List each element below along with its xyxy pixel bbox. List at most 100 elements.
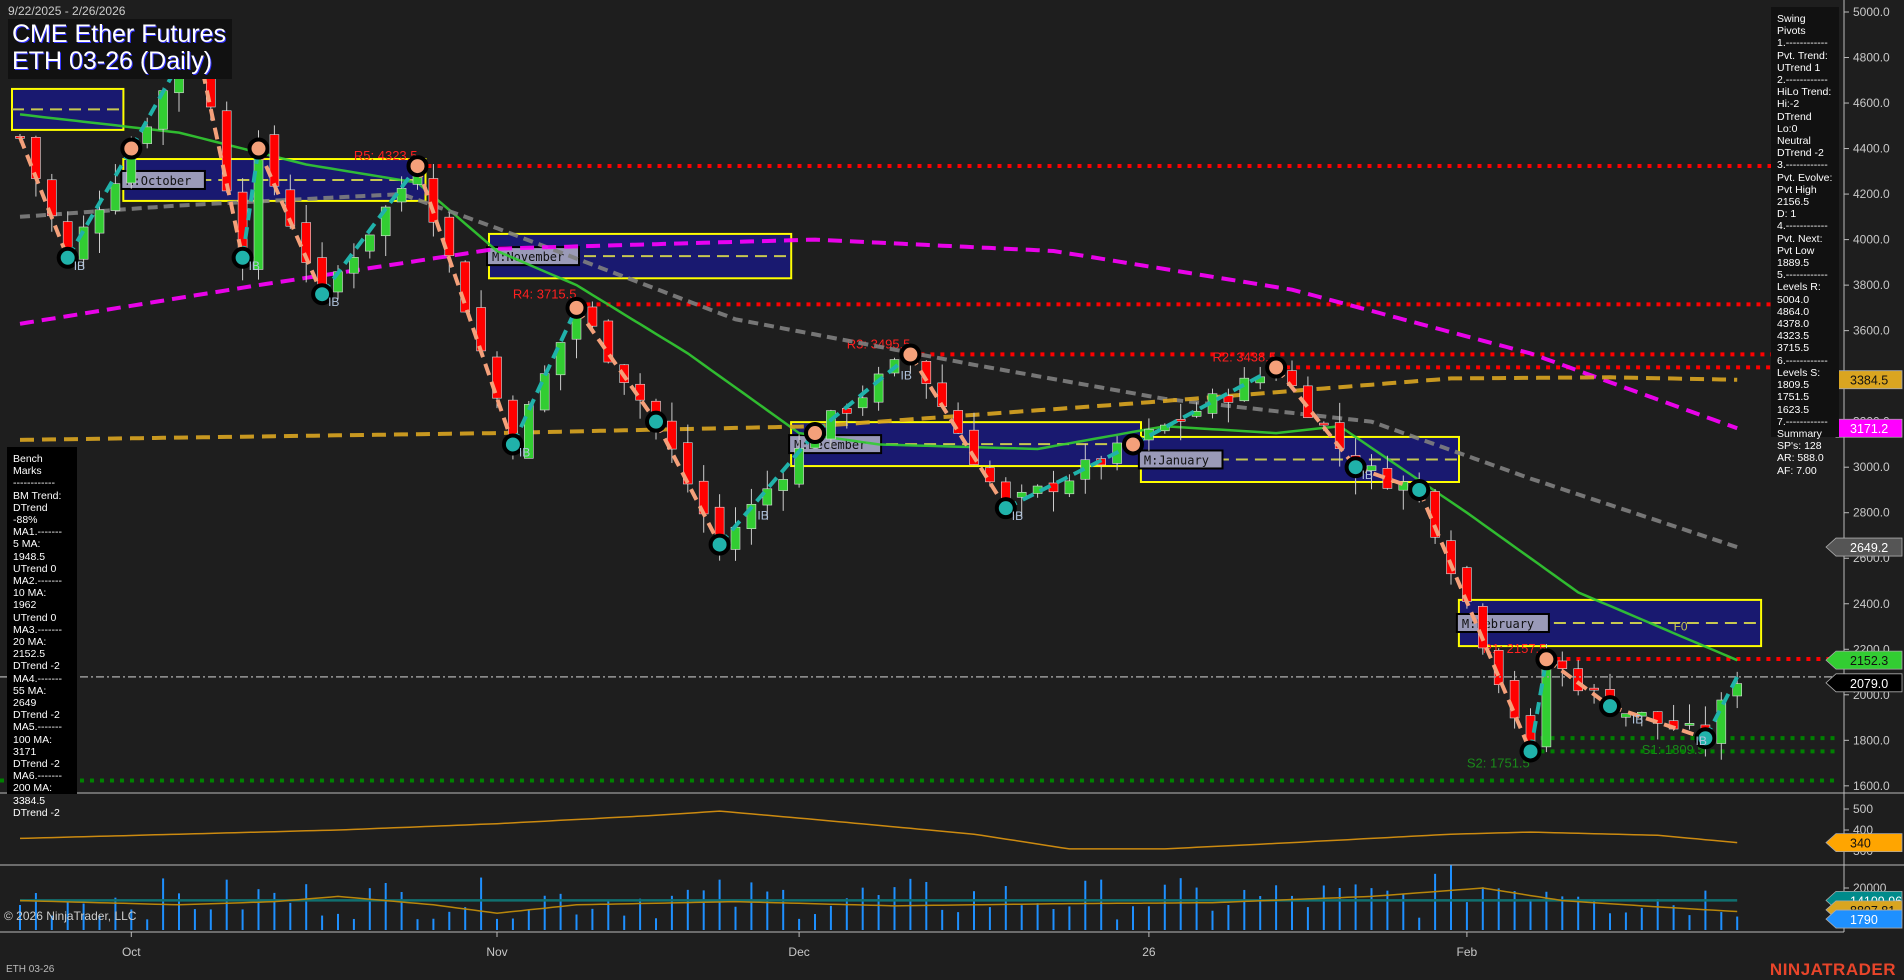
bench-line: UTrend 0: [13, 563, 71, 575]
swing-line: 6.------------: [1777, 355, 1833, 367]
bench-line: 2152.5: [13, 648, 71, 660]
x-tick-label: Dec: [788, 945, 809, 959]
level-label: R1: 2157.5: [1483, 641, 1547, 656]
swing-line: HiLo Trend:: [1777, 86, 1833, 98]
month-label-text: M:January: [1144, 453, 1209, 467]
volume-badge: 1790: [1826, 910, 1902, 928]
bench-line: 1962: [13, 599, 71, 611]
ib-label: IB: [74, 259, 85, 273]
ib-label: IB: [901, 369, 912, 383]
swing-high-pivot: [806, 424, 824, 442]
y-tick-label: 2400.0: [1853, 597, 1890, 611]
bench-line: MA4.-------: [13, 673, 71, 685]
indicator-badge: 340: [1826, 834, 1902, 852]
swing-line: 5004.0: [1777, 294, 1833, 306]
candle-body: [1319, 423, 1328, 425]
swing-low-pivot: [1410, 481, 1428, 499]
candle-body: [1590, 688, 1599, 690]
swing-low-pivot: [647, 413, 665, 431]
y-tick-label: 4400.0: [1853, 142, 1890, 156]
swing-line: UTrend 1: [1777, 62, 1833, 74]
month-label: M:January: [1139, 450, 1223, 468]
candle-body: [270, 135, 279, 187]
f0-label: F0: [1674, 620, 1688, 634]
candle-body: [763, 489, 772, 505]
candle-body: [1510, 680, 1519, 718]
bench-line: 3384.5: [13, 795, 71, 807]
swing-line: 3.------------: [1777, 159, 1833, 171]
swing-line: Summary: [1777, 428, 1833, 440]
y-tick-label: 2800.0: [1853, 506, 1890, 520]
ninjatrader-logo: NINJATRADER: [1770, 960, 1896, 980]
ib-label: IB: [249, 259, 260, 273]
swing-line: SP's: 128: [1777, 440, 1833, 452]
swing-line: AR: 588.0: [1777, 452, 1833, 464]
candle-body: [1176, 419, 1185, 421]
bench-line: MA3.-------: [13, 624, 71, 636]
level-label: R4: 3715.5: [513, 286, 577, 301]
candle-body: [1240, 378, 1249, 401]
candle-body: [365, 235, 374, 251]
bench-line: DTrend -2: [13, 660, 71, 672]
x-tick-label: 26: [1142, 945, 1156, 959]
bench-line: 100 MA:: [13, 734, 71, 746]
price-badge-text: 3171.2: [1850, 422, 1888, 436]
candle-body: [349, 257, 358, 273]
y-tick-label: 1800.0: [1853, 733, 1890, 747]
swing-high-pivot: [568, 299, 586, 317]
bench-line: DTrend -2: [13, 807, 71, 819]
swing-high-pivot: [901, 346, 919, 364]
x-tick-label: Feb: [1457, 945, 1478, 959]
candle-body: [1478, 606, 1487, 648]
bench-line: 10 MA:: [13, 587, 71, 599]
swing-line: 1.------------: [1777, 37, 1833, 49]
swing-line: 3715.5: [1777, 342, 1833, 354]
ib-label: IB: [1362, 468, 1373, 482]
price-badge: 2152.3: [1826, 651, 1902, 669]
swing-line: 1889.5: [1777, 257, 1833, 269]
bench-line: DTrend -2: [13, 758, 71, 770]
month-label: M:February: [1457, 614, 1549, 632]
bench-line: 2649: [13, 697, 71, 709]
bench-line: ------------: [13, 477, 71, 489]
swing-line: Pvt Low: [1777, 245, 1833, 257]
swing-line: 7.------------: [1777, 416, 1833, 428]
swing-line: Swing Pivots: [1777, 13, 1833, 37]
chart-title-box: CME Ether Futures ETH 03-26 (Daily): [8, 19, 232, 79]
ib-label: IB: [1012, 509, 1023, 523]
price-chart[interactable]: 5000.04800.04600.04400.04200.04000.03800…: [0, 0, 1904, 979]
bench-marks-panel: Bench Marks------------BM Trend:DTrend -…: [7, 447, 77, 794]
swing-high-pivot: [409, 157, 427, 175]
swing-line: Pvt. Next:: [1777, 233, 1833, 245]
indicator-badge-text: 340: [1850, 837, 1871, 851]
swing-line: DTrend -2: [1777, 147, 1833, 159]
swing-line: Pvt High: [1777, 184, 1833, 196]
candle-body: [477, 308, 486, 351]
level-label: S2: 1751.5: [1467, 755, 1530, 770]
swing-low-pivot: [1601, 697, 1619, 715]
date-range: 9/22/2025 - 2/26/2026: [8, 4, 125, 18]
bench-line: DTrend -2: [13, 709, 71, 721]
swing-high-pivot: [1124, 435, 1142, 453]
price-badge: 2079.0: [1826, 674, 1902, 692]
y-tick-label: 4600.0: [1853, 96, 1890, 110]
swing-line: 1623.5: [1777, 404, 1833, 416]
bench-line: 55 MA:: [13, 685, 71, 697]
candle-body: [540, 374, 549, 410]
bench-line: Bench Marks: [13, 453, 71, 477]
swing-line: Levels R:: [1777, 281, 1833, 293]
ib-label: IB: [519, 445, 530, 459]
price-badge: 2649.2: [1826, 538, 1902, 556]
y-tick-label: 3600.0: [1853, 324, 1890, 338]
bench-line: MA2.-------: [13, 575, 71, 587]
candle-body: [95, 210, 104, 233]
bench-line: UTrend 0: [13, 612, 71, 624]
y-tick-label: 4000.0: [1853, 233, 1890, 247]
candle-body: [111, 184, 120, 211]
candle-body: [222, 111, 231, 191]
candle-body: [461, 262, 470, 312]
bench-line: 5 MA:: [13, 538, 71, 550]
swing-line: 4378.0: [1777, 318, 1833, 330]
swing-pivots-panel: Swing Pivots1.------------Pvt. Trend:UTr…: [1771, 7, 1839, 437]
y-tick-label: 1600.0: [1853, 779, 1890, 793]
